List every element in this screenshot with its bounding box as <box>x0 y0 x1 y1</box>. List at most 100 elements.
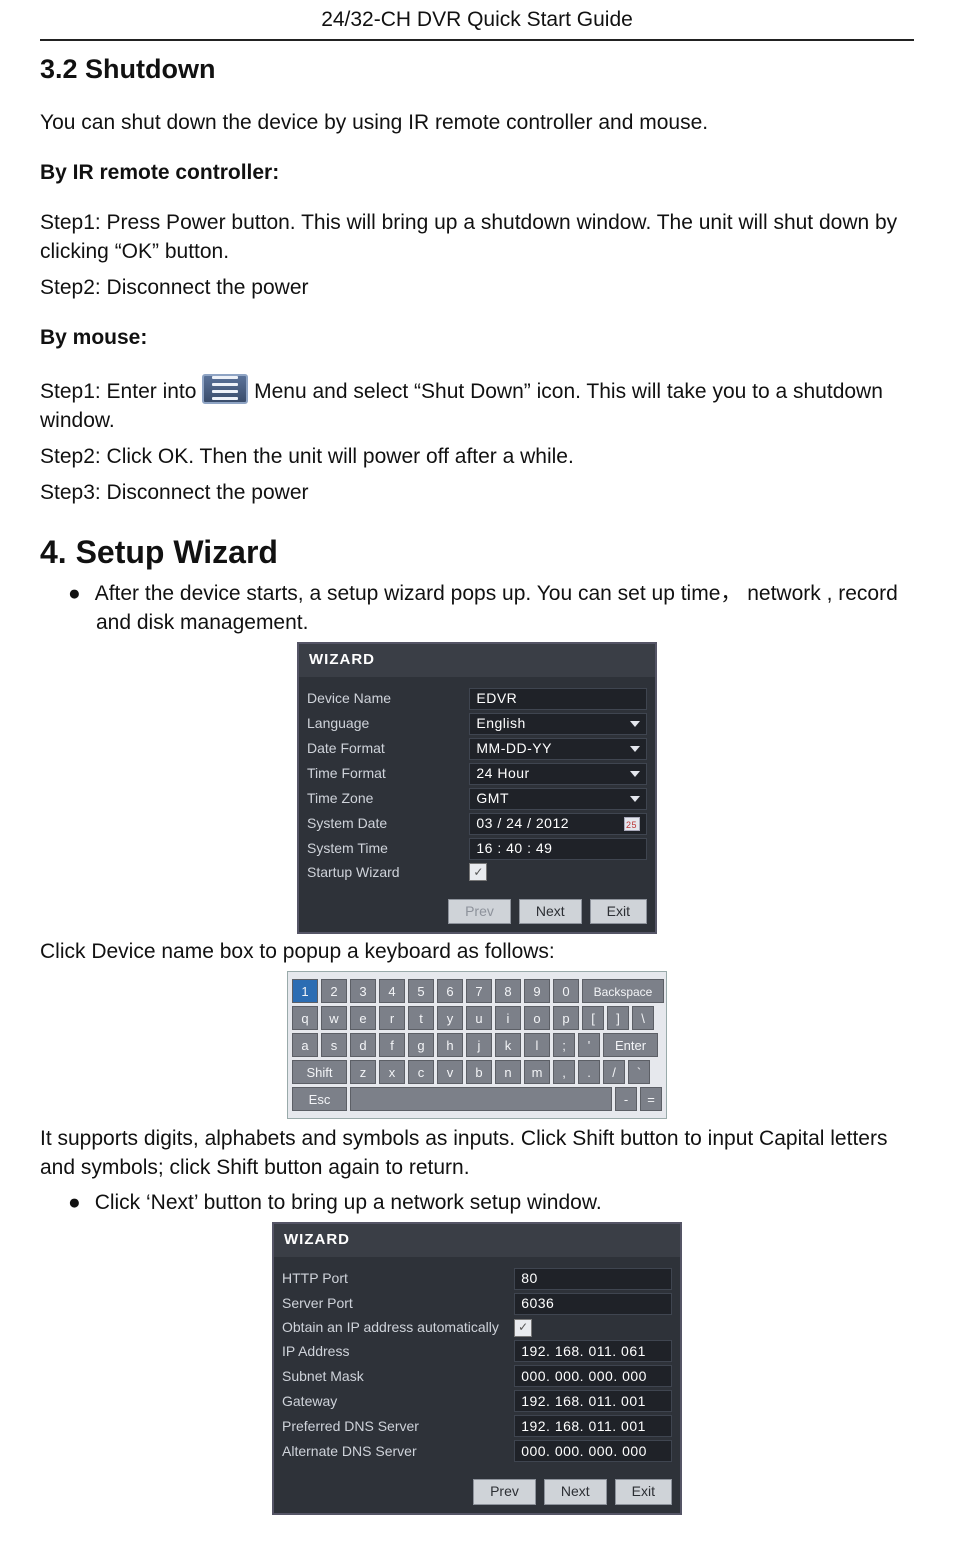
key-9[interactable]: 9 <box>524 979 550 1003</box>
key-shift[interactable]: Shift <box>292 1060 347 1084</box>
key-c[interactable]: c <box>408 1060 434 1084</box>
key-comma[interactable]: , <box>553 1060 575 1084</box>
calendar-icon[interactable] <box>624 817 640 831</box>
key-slash[interactable]: / <box>603 1060 625 1084</box>
checkbox-auto-ip[interactable]: ✓ <box>514 1319 532 1337</box>
key-p[interactable]: p <box>553 1006 579 1030</box>
key-backspace[interactable]: Backspace <box>582 979 664 1003</box>
text-kbd-explain: It supports digits, alphabets and symbol… <box>40 1125 914 1183</box>
wizard1-exit-button[interactable]: Exit <box>590 899 647 924</box>
key-f[interactable]: f <box>379 1033 405 1057</box>
field-ip-address[interactable]: 192. 168. 011. 061 <box>514 1340 672 1362</box>
select-date-format[interactable]: MM-DD-YY <box>469 738 647 760</box>
key-y[interactable]: y <box>437 1006 463 1030</box>
wizard1-next-button[interactable]: Next <box>519 899 582 924</box>
field-system-time[interactable]: 16 : 40 : 49 <box>469 838 647 860</box>
key-o[interactable]: o <box>524 1006 550 1030</box>
key-w[interactable]: w <box>321 1006 347 1030</box>
select-time-zone[interactable]: GMT <box>469 788 647 810</box>
lbl-time-zone: Time Zone <box>307 789 463 808</box>
key-7[interactable]: 7 <box>466 979 492 1003</box>
key-5[interactable]: 5 <box>408 979 434 1003</box>
key-8[interactable]: 8 <box>495 979 521 1003</box>
text-ir-step1: Step1: Press Power button. This will bri… <box>40 209 914 267</box>
key-semicolon[interactable]: ; <box>553 1033 575 1057</box>
key-rbracket[interactable]: ] <box>607 1006 629 1030</box>
key-apostrophe[interactable]: ' <box>578 1033 600 1057</box>
key-enter[interactable]: Enter <box>603 1033 658 1057</box>
key-minus[interactable]: - <box>615 1087 637 1111</box>
key-space[interactable] <box>350 1087 612 1111</box>
heading-4-setup-wizard: 4. Setup Wizard <box>40 530 914 574</box>
lbl-subnet-mask: Subnet Mask <box>282 1367 508 1386</box>
field-gateway[interactable]: 192. 168. 011. 001 <box>514 1390 672 1412</box>
wizard-panel-network: WIZARD HTTP Port80 Server Port6036 Obtai… <box>272 1222 682 1514</box>
key-i[interactable]: i <box>495 1006 521 1030</box>
field-alternate-dns[interactable]: 000. 000. 000. 000 <box>514 1440 672 1462</box>
key-backslash[interactable]: \ <box>632 1006 654 1030</box>
text-mouse-step1: Step1: Enter into Menu and select “Shut … <box>40 374 914 436</box>
select-time-format[interactable]: 24 Hour <box>469 763 647 785</box>
key-4[interactable]: 4 <box>379 979 405 1003</box>
wizard1-title: WIZARD <box>299 644 655 677</box>
field-system-date[interactable]: 03 / 24 / 2012 <box>469 813 647 835</box>
key-e[interactable]: e <box>350 1006 376 1030</box>
checkbox-startup-wizard[interactable]: ✓ <box>469 863 487 881</box>
key-2[interactable]: 2 <box>321 979 347 1003</box>
text-shutdown-intro: You can shut down the device by using IR… <box>40 109 914 138</box>
key-x[interactable]: x <box>379 1060 405 1084</box>
key-l[interactable]: l <box>524 1033 550 1057</box>
key-k[interactable]: k <box>495 1033 521 1057</box>
wizard1-prev-button[interactable]: Prev <box>448 899 511 924</box>
key-t[interactable]: t <box>408 1006 434 1030</box>
lbl-auto-ip: Obtain an IP address automatically <box>282 1318 508 1337</box>
key-s[interactable]: s <box>321 1033 347 1057</box>
key-6[interactable]: 6 <box>437 979 463 1003</box>
field-http-port[interactable]: 80 <box>514 1268 672 1290</box>
key-d[interactable]: d <box>350 1033 376 1057</box>
wizard2-prev-button[interactable]: Prev <box>473 1479 536 1504</box>
key-1[interactable]: 1 <box>292 979 318 1003</box>
text-ir-step2: Step2: Disconnect the power <box>40 274 914 303</box>
key-j[interactable]: j <box>466 1033 492 1057</box>
wizard2-next-button[interactable]: Next <box>544 1479 607 1504</box>
wizard2-exit-button[interactable]: Exit <box>615 1479 672 1504</box>
key-period[interactable]: . <box>578 1060 600 1084</box>
key-b[interactable]: b <box>466 1060 492 1084</box>
lbl-date-format: Date Format <box>307 739 463 758</box>
key-r[interactable]: r <box>379 1006 405 1030</box>
key-esc[interactable]: Esc <box>292 1087 347 1111</box>
key-3[interactable]: 3 <box>350 979 376 1003</box>
chevron-down-icon <box>630 771 640 777</box>
lbl-server-port: Server Port <box>282 1294 508 1313</box>
lbl-ip-address: IP Address <box>282 1342 508 1361</box>
lbl-gateway: Gateway <box>282 1392 508 1411</box>
bullet-after-start: After the device starts, a setup wizard … <box>40 580 914 638</box>
key-a[interactable]: a <box>292 1033 318 1057</box>
key-g[interactable]: g <box>408 1033 434 1057</box>
key-v[interactable]: v <box>437 1060 463 1084</box>
select-language[interactable]: English <box>469 713 647 735</box>
key-m[interactable]: m <box>524 1060 550 1084</box>
field-device-name[interactable]: EDVR <box>469 688 647 710</box>
key-z[interactable]: z <box>350 1060 376 1084</box>
text-mouse-step1a: Step1: Enter into <box>40 380 202 403</box>
key-q[interactable]: q <box>292 1006 318 1030</box>
field-server-port[interactable]: 6036 <box>514 1293 672 1315</box>
running-header: 24/32-CH DVR Quick Start Guide <box>40 0 914 41</box>
wizard-panel-general: WIZARD Device NameEDVR LanguageEnglish D… <box>297 642 657 934</box>
key-u[interactable]: u <box>466 1006 492 1030</box>
field-preferred-dns[interactable]: 192. 168. 011. 001 <box>514 1415 672 1437</box>
key-n[interactable]: n <box>495 1060 521 1084</box>
lbl-alternate-dns: Alternate DNS Server <box>282 1442 508 1461</box>
key-backtick[interactable]: ` <box>628 1060 650 1084</box>
key-0[interactable]: 0 <box>553 979 579 1003</box>
key-lbracket[interactable]: [ <box>582 1006 604 1030</box>
key-equals[interactable]: = <box>640 1087 662 1111</box>
virtual-keyboard: 1 2 3 4 5 6 7 8 9 0 Backspace q w e r t … <box>287 971 667 1119</box>
bullet-click-next: Click ‘Next’ button to bring up a networ… <box>40 1189 914 1218</box>
key-h[interactable]: h <box>437 1033 463 1057</box>
lbl-time-format: Time Format <box>307 764 463 783</box>
heading-by-mouse: By mouse: <box>40 324 914 353</box>
wizard2-title: WIZARD <box>274 1224 680 1257</box>
